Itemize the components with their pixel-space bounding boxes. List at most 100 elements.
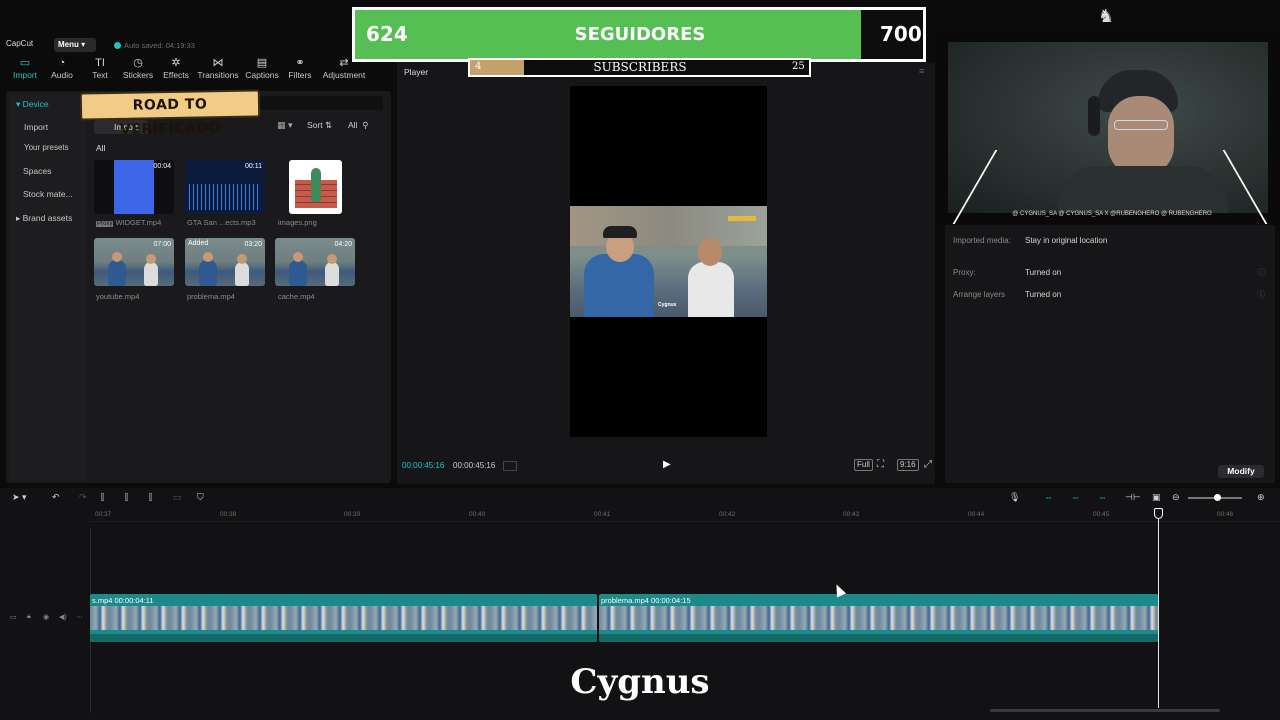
subscribers-goal: 25 xyxy=(792,61,805,72)
followers-current: 624 xyxy=(366,22,408,46)
toolbar-label: Effects xyxy=(163,70,189,80)
clip-thumbnails xyxy=(90,606,597,630)
toolbar-label: Transitions xyxy=(197,70,239,80)
playhead-handle[interactable] xyxy=(1154,508,1163,519)
arrange-layers-key: Arrange layers xyxy=(953,290,1006,299)
undo-icon[interactable]: ↶ xyxy=(52,492,60,503)
view-toggle[interactable]: ▦ ▾ xyxy=(277,120,301,134)
linkage-icon[interactable]: ⇔ xyxy=(1098,492,1107,502)
media-name: GTA San ...ects.mp3 xyxy=(187,218,256,227)
proxy-value: Turned on xyxy=(1025,268,1062,277)
cover-icon[interactable]: ▭ xyxy=(10,613,17,621)
menu-button[interactable]: Menu ▾ xyxy=(54,38,96,52)
media-group-label: All xyxy=(96,143,106,153)
lock-icon[interactable]: 🔒︎ xyxy=(27,613,31,621)
video-preview: Cygnus xyxy=(570,206,767,317)
subscribers-current: 4 xyxy=(475,61,482,72)
info-icon[interactable]: ⓘ xyxy=(1257,267,1265,278)
ruler-tick: 00:38 xyxy=(220,511,237,518)
media-name: images.png xyxy=(278,218,317,227)
magnet-icon[interactable]: ⇔ xyxy=(1071,492,1080,502)
arrange-layers-value: Turned on xyxy=(1025,290,1062,299)
sidenav-brand-assets[interactable]: ▸ Brand assets xyxy=(10,213,86,224)
audio-mute-icon[interactable]: ◀) xyxy=(59,613,67,621)
ruler-tick: 00:42 xyxy=(719,511,736,518)
timeline-scrollbar[interactable] xyxy=(990,709,1220,712)
delete-icon[interactable]: ▭ xyxy=(173,492,182,503)
ruler-tick: 00:46 xyxy=(1217,511,1234,518)
autosave-status: Auto saved: 04:19:33 xyxy=(124,41,195,50)
split-left-icon[interactable]: ⫿ xyxy=(125,492,128,503)
filter-button[interactable]: All ⚲ xyxy=(348,120,382,134)
toolbar-effects[interactable]: ✲ Effects xyxy=(153,57,199,80)
filter-icon: ⚲ xyxy=(362,120,369,130)
modify-button[interactable]: Modify xyxy=(1218,465,1264,478)
clip-waveform xyxy=(90,634,597,642)
toolbar-label: Adjustment xyxy=(322,70,366,80)
headset xyxy=(1088,96,1100,136)
media-name: Proxy WIDGET.mp4 xyxy=(96,218,176,227)
microphone-icon[interactable]: 🎙 xyxy=(1009,492,1020,503)
split-right-icon[interactable]: ⫿ xyxy=(149,492,152,503)
ratio-button[interactable]: 9:16 xyxy=(897,459,919,471)
sidenav-stock[interactable]: Stock mate... xyxy=(10,189,86,199)
zoom-fit-icon[interactable]: ⊕ xyxy=(1257,492,1265,503)
clip-waveform xyxy=(599,634,1158,642)
glasses xyxy=(1114,120,1168,130)
timeline-clip[interactable]: s.mp4 00:00:04:11 xyxy=(90,594,597,642)
clip-title: s.mp4 00:00:04:11 xyxy=(92,596,154,605)
fullscreen-icon[interactable]: ⤢ xyxy=(924,459,932,470)
media-item-problema[interactable]: Added 03:20 xyxy=(185,238,265,286)
ruler-tick: 00:39 xyxy=(344,511,361,518)
zoom-slider-handle[interactable] xyxy=(1214,494,1221,501)
ruler-tick: 00:43 xyxy=(843,511,860,518)
visibility-icon[interactable]: ◉ xyxy=(43,613,49,621)
sidenav-device[interactable]: ▾ Device xyxy=(10,99,86,110)
preview-axis-icon[interactable]: ⊣⊢ xyxy=(1125,492,1141,503)
sidenav-import[interactable]: Import xyxy=(10,122,86,132)
sidenav-presets[interactable]: Your presets xyxy=(10,143,86,152)
media-item-youtube[interactable]: 07:00 xyxy=(94,238,174,286)
timecode-toggle-icon[interactable] xyxy=(503,461,517,471)
more-icon[interactable]: ⋯ xyxy=(76,613,83,621)
sidenav-spaces[interactable]: Spaces xyxy=(10,166,86,176)
toolbar-filters[interactable]: ⚭ Filters xyxy=(277,57,323,80)
media-item-widget[interactable]: 00:04 xyxy=(94,160,174,214)
info-icon[interactable]: ⓘ xyxy=(1257,289,1265,300)
split-icon[interactable]: ⫿ xyxy=(101,492,104,503)
redo-icon[interactable]: ↷ xyxy=(79,492,87,503)
filters-icon: ⚭ xyxy=(295,57,305,69)
filter-label: All xyxy=(348,120,358,130)
webcam-feed xyxy=(948,42,1268,213)
thumbnail-icon[interactable]: ▣ xyxy=(1152,492,1161,503)
link-main-track-icon[interactable]: ⇔ xyxy=(1044,492,1053,502)
subscribers-label: SUBSCRIBERS xyxy=(593,60,687,74)
media-name: problema.mp4 xyxy=(187,292,235,301)
shirt xyxy=(1058,166,1228,213)
media-name: cache.mp4 xyxy=(278,292,315,301)
full-button[interactable]: Full xyxy=(854,459,873,471)
media-item-audio[interactable]: 00:11 xyxy=(185,160,265,214)
toolbar-label: Audio xyxy=(51,70,73,80)
media-item-image[interactable] xyxy=(289,160,342,214)
sort-button[interactable]: Sort ⇅ xyxy=(307,120,341,134)
media-duration: 00:04 xyxy=(153,163,171,170)
select-tool-icon[interactable]: ➤ ▾ xyxy=(12,492,27,503)
media-item-cache[interactable]: 04:20 xyxy=(275,238,355,286)
zoom-out-icon[interactable]: ⊖ xyxy=(1172,492,1180,503)
added-badge: Added xyxy=(188,240,209,247)
marker-icon[interactable]: ⛉ xyxy=(197,492,204,503)
toolbar-transitions[interactable]: ⋈ Transitions xyxy=(195,57,241,80)
social-handles: @ CYGNUS_SA @ CYGNUS_SA X @RUBENGHERO @ … xyxy=(1012,211,1212,217)
proxy-badge: Proxy xyxy=(96,221,114,227)
player-menu-icon[interactable]: ≡ xyxy=(919,66,924,76)
figure xyxy=(311,168,321,202)
play-icon[interactable]: ▶ xyxy=(663,459,671,470)
imported-media-value: Stay in original location xyxy=(1025,236,1108,245)
effects-icon: ✲ xyxy=(171,57,181,69)
fit-icon[interactable]: ⛶ xyxy=(877,459,884,470)
timeline-clip[interactable]: problema.mp4 00:00:04:15 xyxy=(599,594,1158,642)
proxy-key: Proxy: xyxy=(953,268,976,277)
person-right xyxy=(688,262,734,317)
media-search-input[interactable] xyxy=(260,96,383,110)
